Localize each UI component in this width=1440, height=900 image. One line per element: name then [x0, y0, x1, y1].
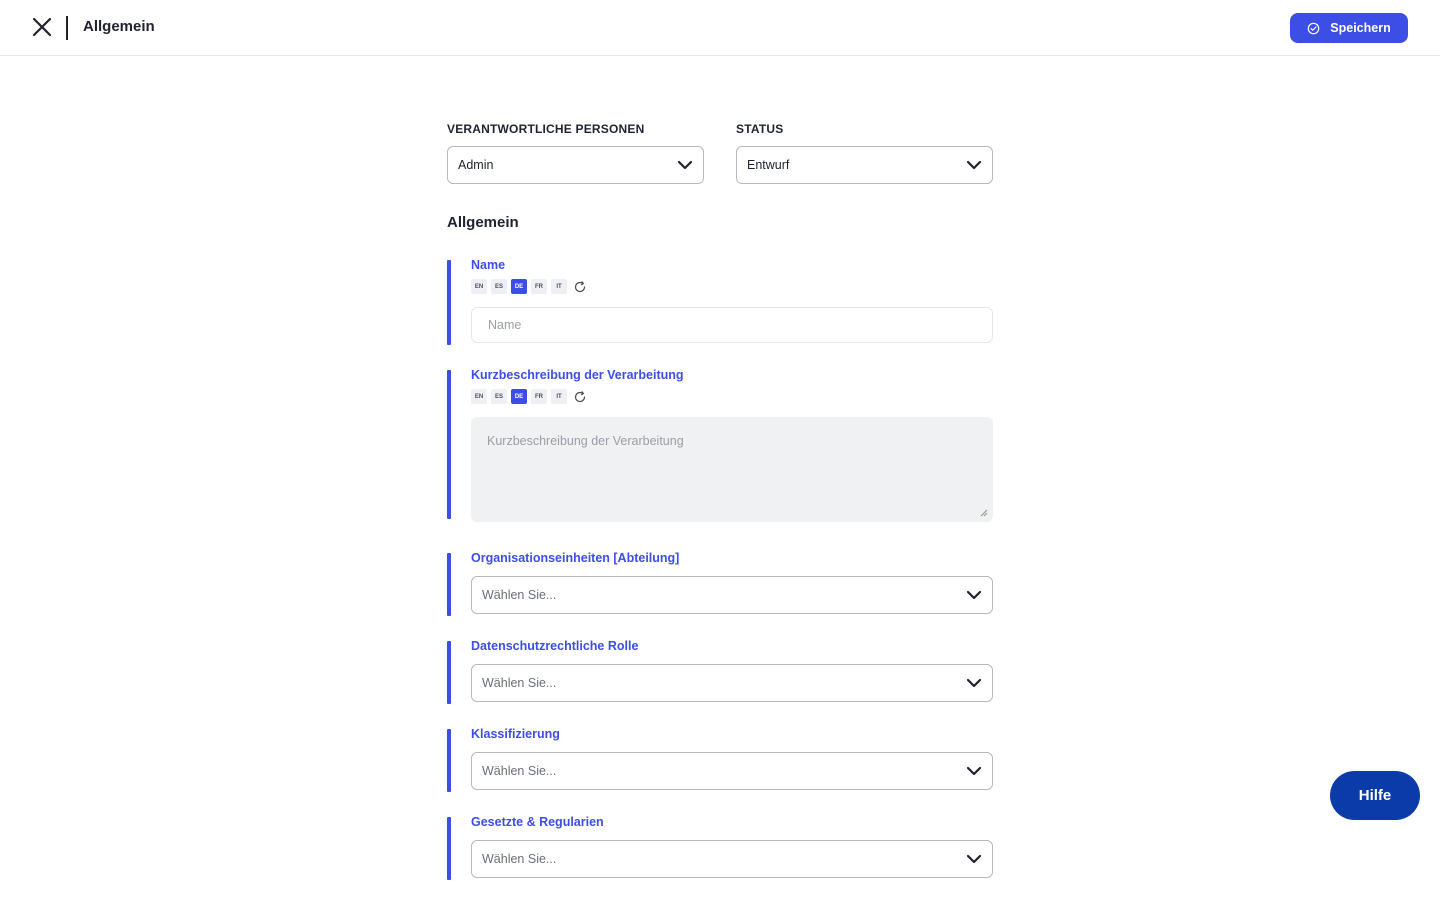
chevron-down-icon	[966, 678, 982, 688]
privacy-role-select[interactable]: Wählen Sie...	[471, 664, 993, 702]
refresh-icon[interactable]	[573, 390, 587, 404]
resize-grip-icon[interactable]	[980, 509, 988, 517]
org-units-label: Organisationseinheiten [Abteilung]	[471, 551, 680, 565]
check-circle-icon	[1307, 22, 1320, 35]
chevron-down-icon	[966, 766, 982, 776]
status-select[interactable]: Entwurf	[736, 146, 993, 184]
description-placeholder: Kurzbeschreibung der Verarbeitung	[487, 434, 684, 448]
laws-label: Gesetzte & Regularien	[471, 815, 604, 829]
persons-value: Admin	[458, 158, 494, 172]
lang-it-button[interactable]: IT	[551, 389, 567, 404]
org-units-placeholder: Wählen Sie...	[482, 588, 557, 602]
lang-es-button[interactable]: ES	[491, 389, 507, 404]
lang-it-button[interactable]: IT	[551, 279, 567, 294]
field-accent-bar	[447, 260, 451, 345]
lang-fr-button[interactable]: FR	[531, 389, 547, 404]
classification-select[interactable]: Wählen Sie...	[471, 752, 993, 790]
classification-placeholder: Wählen Sie...	[482, 764, 557, 778]
status-value: Entwurf	[747, 158, 790, 172]
chevron-down-icon	[966, 160, 982, 170]
name-input[interactable]: Name	[471, 307, 993, 343]
privacy-role-label: Datenschutzrechtliche Rolle	[471, 639, 639, 653]
name-language-switcher: EN ES DE FR IT	[471, 279, 587, 294]
field-accent-bar	[447, 641, 451, 704]
close-icon[interactable]	[29, 14, 55, 40]
section-title: Allgemein	[447, 214, 519, 231]
save-button[interactable]: Speichern	[1290, 13, 1408, 43]
lang-en-button[interactable]: EN	[471, 279, 487, 294]
top-bar: Allgemein Speichern	[0, 0, 1440, 56]
org-units-select[interactable]: Wählen Sie...	[471, 576, 993, 614]
persons-label: VERANTWORTLICHE PERSONEN	[447, 122, 645, 136]
status-label: STATUS	[736, 122, 784, 136]
field-accent-bar	[447, 729, 451, 792]
help-button[interactable]: Hilfe	[1330, 771, 1420, 820]
field-accent-bar	[447, 370, 451, 519]
lang-de-button[interactable]: DE	[511, 389, 527, 404]
page-title: Allgemein	[83, 18, 155, 35]
field-accent-bar	[447, 553, 451, 616]
chevron-down-icon	[677, 160, 693, 170]
save-button-label: Speichern	[1330, 21, 1391, 35]
persons-select[interactable]: Admin	[447, 146, 704, 184]
description-label: Kurzbeschreibung der Verarbeitung	[471, 368, 684, 382]
lang-en-button[interactable]: EN	[471, 389, 487, 404]
lang-de-button[interactable]: DE	[511, 279, 527, 294]
laws-placeholder: Wählen Sie...	[482, 852, 557, 866]
description-textarea[interactable]: Kurzbeschreibung der Verarbeitung	[471, 417, 993, 522]
description-language-switcher: EN ES DE FR IT	[471, 389, 587, 404]
privacy-role-placeholder: Wählen Sie...	[482, 676, 557, 690]
refresh-icon[interactable]	[573, 280, 587, 294]
classification-label: Klassifizierung	[471, 727, 560, 741]
chevron-down-icon	[966, 590, 982, 600]
lang-fr-button[interactable]: FR	[531, 279, 547, 294]
laws-select[interactable]: Wählen Sie...	[471, 840, 993, 878]
name-label: Name	[471, 258, 506, 272]
field-accent-bar	[447, 817, 451, 880]
lang-es-button[interactable]: ES	[491, 279, 507, 294]
chevron-down-icon	[966, 854, 982, 864]
header-divider	[66, 16, 68, 40]
